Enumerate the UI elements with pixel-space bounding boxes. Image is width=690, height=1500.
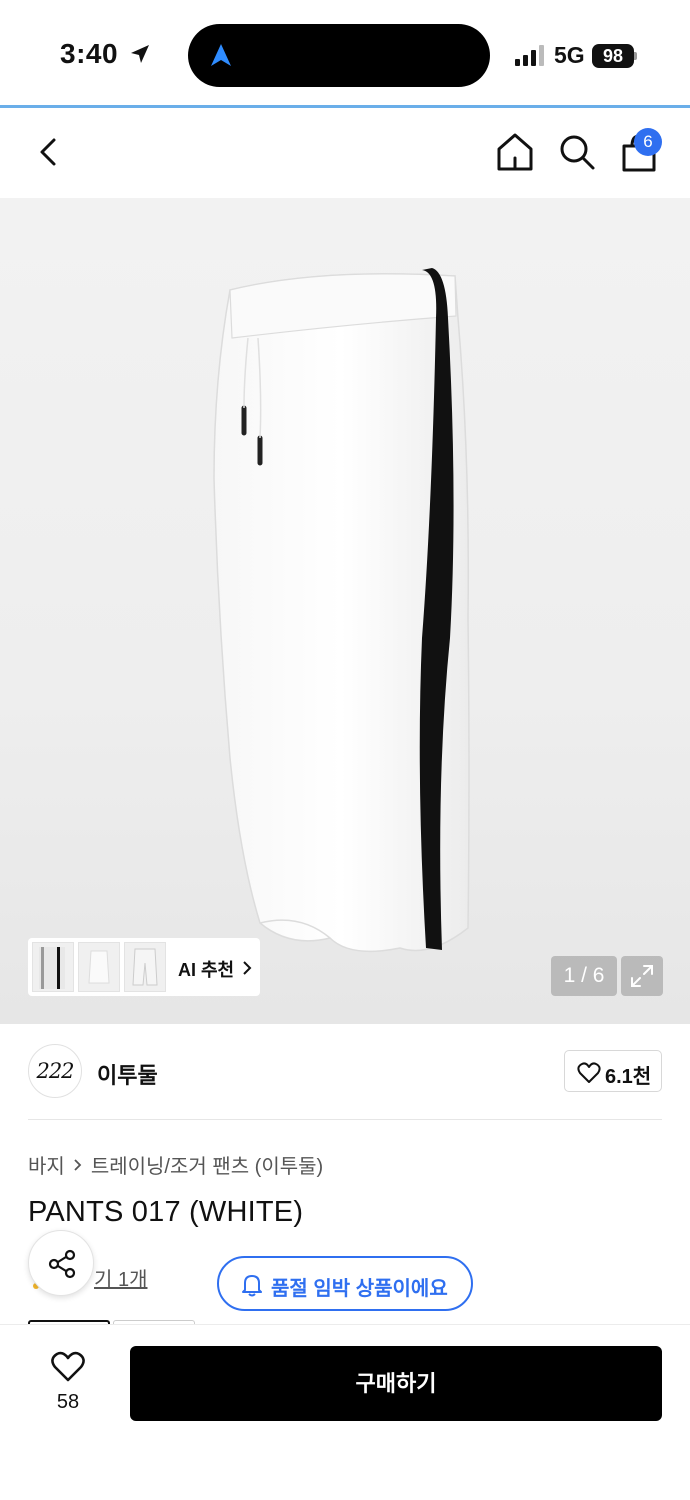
bell-icon: [242, 1275, 262, 1297]
soldout-soon-text: 품절 임박 상품이에요: [271, 1278, 448, 1300]
breadcrumb: 바지 트레이닝/조거 팬츠 (이투둘): [28, 1150, 323, 1179]
brand-logo[interactable]: 222: [28, 1044, 82, 1098]
breadcrumb-category[interactable]: 바지: [28, 1150, 65, 1179]
home-icon[interactable]: [494, 130, 536, 174]
heart-icon[interactable]: [50, 1351, 86, 1383]
image-pager: 1 / 6: [551, 956, 617, 996]
heart-icon: [577, 1062, 601, 1083]
signal-icon: [515, 44, 547, 66]
thumbnail-pants-icon: [132, 948, 158, 986]
status-time: 3:40: [60, 38, 119, 69]
status-bar: 3:40 5G 98: [0, 0, 690, 106]
buy-button[interactable]: 구매하기: [130, 1346, 662, 1421]
thumbnail-1[interactable]: [32, 942, 74, 992]
top-navigation: [0, 108, 690, 198]
thumbnail-2[interactable]: [78, 942, 120, 992]
brand-name[interactable]: 이투둘: [97, 1058, 158, 1090]
chevron-right-icon: [243, 961, 252, 975]
expand-button[interactable]: [621, 956, 663, 996]
thumbnail-3[interactable]: [124, 942, 166, 992]
review-link[interactable]: 기 1개: [94, 1263, 147, 1292]
back-chevron-icon[interactable]: [34, 132, 64, 172]
ai-recommend-label[interactable]: AI 추천: [178, 956, 234, 982]
share-button[interactable]: [28, 1230, 94, 1296]
brand-row[interactable]: 222 이투둘 6.1천: [28, 1044, 662, 1100]
battery-cap: [634, 52, 637, 60]
expand-icon: [631, 965, 653, 987]
chevron-right-icon: [74, 1158, 82, 1171]
thumbnail-pants-icon: [88, 950, 110, 984]
share-icon: [48, 1249, 76, 1279]
breadcrumb-subcategory[interactable]: 트레이닝/조거 팬츠 (이투둘): [91, 1150, 323, 1179]
soldout-soon-badge[interactable]: 품절 임박 상품이에요: [217, 1256, 473, 1311]
product-title: PANTS 017 (WHITE): [28, 1196, 304, 1228]
navigation-arrow-icon: [211, 44, 231, 66]
dynamic-island: [188, 24, 490, 87]
location-arrow-icon: [131, 45, 149, 63]
thumbnail-strip[interactable]: AI 추천: [28, 938, 260, 996]
network-label: 5G: [554, 42, 585, 68]
divider: [28, 1119, 662, 1120]
product-image-gallery[interactable]: AI 추천 1 / 6: [0, 198, 690, 1024]
brand-like-count: 6.1천: [605, 1066, 652, 1088]
search-icon[interactable]: [556, 130, 598, 174]
product-image: [213, 268, 470, 953]
brand-like-button[interactable]: 6.1천: [564, 1050, 662, 1092]
thumbnail-pants-icon: [39, 947, 65, 989]
cart-count-badge: 6: [634, 128, 662, 156]
bottom-action-bar: 58 구매하기: [0, 1324, 690, 1500]
wish-count: 58: [56, 1391, 80, 1413]
battery-icon: 98: [592, 44, 634, 68]
